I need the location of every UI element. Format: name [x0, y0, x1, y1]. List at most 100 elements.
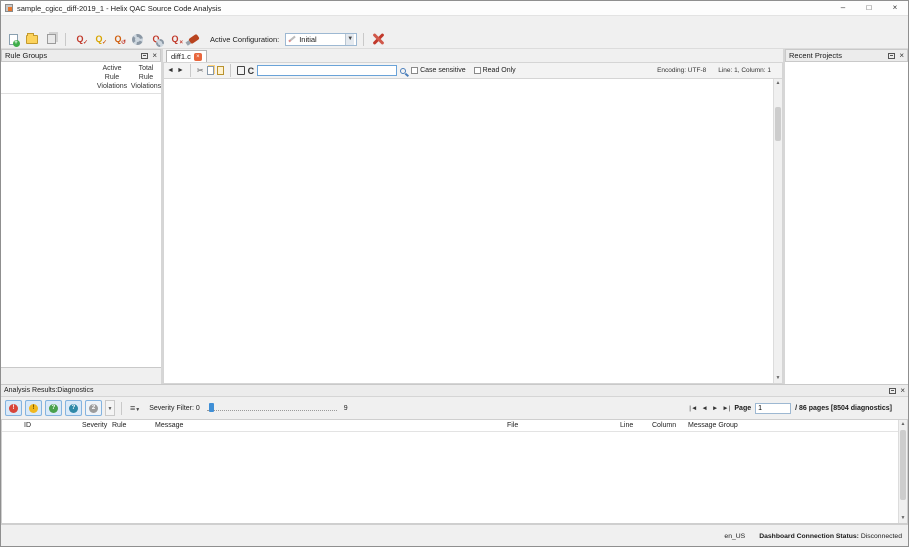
page-count-label: / 86 pages [8504 diagnostics]: [795, 405, 892, 412]
more-filters-button[interactable]: ▼: [105, 400, 115, 416]
severity-filter-label: Severity Filter: 0: [149, 405, 200, 412]
column-header-id[interactable]: ID: [24, 422, 82, 429]
crossed-tools-icon: [371, 32, 385, 46]
search-icon[interactable]: [400, 68, 406, 74]
diagnostics-panel-header: Analysis Results:Diagnostics ×: [1, 385, 908, 397]
code-lines: [164, 81, 773, 383]
scroll-down-icon[interactable]: ▼: [774, 374, 782, 383]
active-configuration-combobox[interactable]: Initial ▼: [285, 33, 357, 46]
close-panel-icon[interactable]: ×: [899, 53, 904, 59]
new-project-button[interactable]: +: [5, 32, 21, 47]
total-violations-column-header[interactable]: Total Rule Violations: [129, 64, 163, 91]
editor-tab[interactable]: diff1.c ×: [166, 50, 207, 62]
editor-vertical-scrollbar[interactable]: ▲ ▼: [773, 79, 782, 383]
tools-button[interactable]: [370, 32, 386, 47]
encoding-status: Encoding: UTF-8: [657, 67, 706, 74]
analyze-file-button[interactable]: Q✓: [72, 32, 88, 47]
menu-bar: [1, 16, 908, 30]
teal-severity-icon: ?: [69, 404, 78, 413]
application-window: sample_cgicc_diff-2019_1 - Helix QAC Sou…: [0, 0, 909, 547]
main-toolbar: + Q✓ Q✓ Q↺ Q Q× Active Configuration: In…: [1, 30, 908, 49]
window-title: sample_cgicc_diff-2019_1 - Helix QAC Sou…: [17, 4, 221, 13]
float-panel-icon[interactable]: [889, 388, 896, 394]
open-folder-icon: [26, 35, 38, 44]
first-page-button[interactable]: |◄: [689, 405, 697, 412]
rule-groups-tree: [1, 94, 161, 367]
editor-tab-label: diff1.c: [171, 52, 191, 61]
filter-severity-green-button[interactable]: ?: [45, 400, 62, 416]
diagnostics-vertical-scrollbar[interactable]: ▲ ▼: [898, 420, 907, 523]
column-header-message[interactable]: Message: [155, 422, 507, 429]
scroll-up-icon[interactable]: ▲: [774, 79, 782, 88]
copy-button[interactable]: [207, 66, 214, 75]
filter-suppressed-button[interactable]: 2: [85, 400, 102, 416]
diagnostics-table: ID Severity Rule Message File Line Colum…: [1, 419, 908, 524]
read-only-option[interactable]: Read Only: [474, 67, 516, 74]
scroll-up-icon[interactable]: ▲: [899, 420, 907, 429]
locale-indicator: en_US: [724, 533, 745, 540]
scroll-down-icon[interactable]: ▼: [899, 514, 907, 523]
read-only-checkbox[interactable]: [474, 67, 481, 74]
remove-analysis-button[interactable]: Q×: [167, 32, 183, 47]
editor-search-input[interactable]: [257, 65, 397, 76]
close-tab-icon[interactable]: ×: [194, 53, 202, 61]
column-header-line[interactable]: Line: [620, 422, 652, 429]
slider-thumb[interactable]: [209, 403, 214, 412]
dashboard-connect-button[interactable]: [186, 32, 202, 47]
stop-analysis-button[interactable]: Q↺: [110, 32, 126, 47]
column-header-severity[interactable]: Severity: [82, 422, 112, 429]
editor-area: diff1.c × ◄ ► ✂ C Case sensitive Read On…: [163, 49, 785, 384]
configure-analysis-button[interactable]: Q: [148, 32, 164, 47]
close-button[interactable]: ×: [882, 1, 908, 15]
active-configuration-value: Initial: [299, 35, 342, 44]
code-editor[interactable]: ▲ ▼: [163, 79, 783, 384]
filter-severity-red-button[interactable]: !: [5, 400, 22, 416]
case-sensitive-option[interactable]: Case sensitive: [411, 67, 466, 74]
next-page-button[interactable]: ►: [712, 405, 718, 412]
navigate-back-button[interactable]: ◄: [167, 67, 174, 74]
float-panel-icon[interactable]: [141, 53, 148, 59]
reload-button[interactable]: C: [248, 66, 255, 76]
cut-button[interactable]: ✂: [197, 66, 204, 75]
toolbar-separator: [65, 33, 66, 46]
yellow-severity-icon: !: [29, 404, 38, 413]
column-header-file[interactable]: File: [507, 422, 620, 429]
gear-icon: [132, 34, 143, 45]
column-header-column[interactable]: Column: [652, 422, 688, 429]
filter-severity-teal-button[interactable]: ?: [65, 400, 82, 416]
float-panel-icon[interactable]: [888, 53, 895, 59]
page-label: Page: [734, 405, 751, 412]
diagnostics-panel: Analysis Results:Diagnostics × ! ! ? ? 2…: [1, 384, 908, 524]
pencil-icon: [288, 36, 295, 43]
recent-projects-title: Recent Projects: [789, 51, 842, 60]
save-project-button[interactable]: [43, 32, 59, 47]
analyze-project-button[interactable]: Q✓: [91, 32, 107, 47]
last-page-button[interactable]: ►|: [722, 405, 730, 412]
new-project-icon: +: [9, 34, 18, 45]
maximize-button[interactable]: □: [856, 1, 882, 15]
column-header-rule[interactable]: Rule: [112, 422, 155, 429]
severity-filter-slider[interactable]: [207, 403, 337, 413]
scrollbar-thumb[interactable]: [900, 430, 906, 500]
green-severity-icon: ?: [49, 404, 58, 413]
open-project-button[interactable]: [24, 32, 40, 47]
app-icon: [5, 4, 13, 12]
previous-page-button[interactable]: ◄: [701, 405, 707, 412]
settings-button[interactable]: [129, 32, 145, 47]
chevron-down-icon[interactable]: ▼: [345, 34, 354, 45]
page-number-input[interactable]: [755, 403, 791, 414]
bookmark-button[interactable]: [237, 66, 245, 75]
navigate-forward-button[interactable]: ►: [177, 67, 184, 74]
close-panel-icon[interactable]: ×: [900, 388, 905, 394]
active-violations-column-header[interactable]: Active Rule Violations: [95, 64, 129, 91]
sort-menu-icon[interactable]: ≡▼: [130, 403, 140, 413]
filter-severity-yellow-button[interactable]: !: [25, 400, 42, 416]
case-sensitive-checkbox[interactable]: [411, 67, 418, 74]
minimize-button[interactable]: –: [830, 1, 856, 15]
recent-projects-header: Recent Projects ×: [785, 49, 908, 62]
paste-button[interactable]: [217, 66, 224, 75]
scrollbar-thumb[interactable]: [775, 107, 781, 141]
column-header-message-group[interactable]: Message Group: [688, 422, 907, 429]
cursor-position-status: Line: 1, Column: 1: [718, 67, 771, 74]
close-panel-icon[interactable]: ×: [152, 53, 157, 59]
